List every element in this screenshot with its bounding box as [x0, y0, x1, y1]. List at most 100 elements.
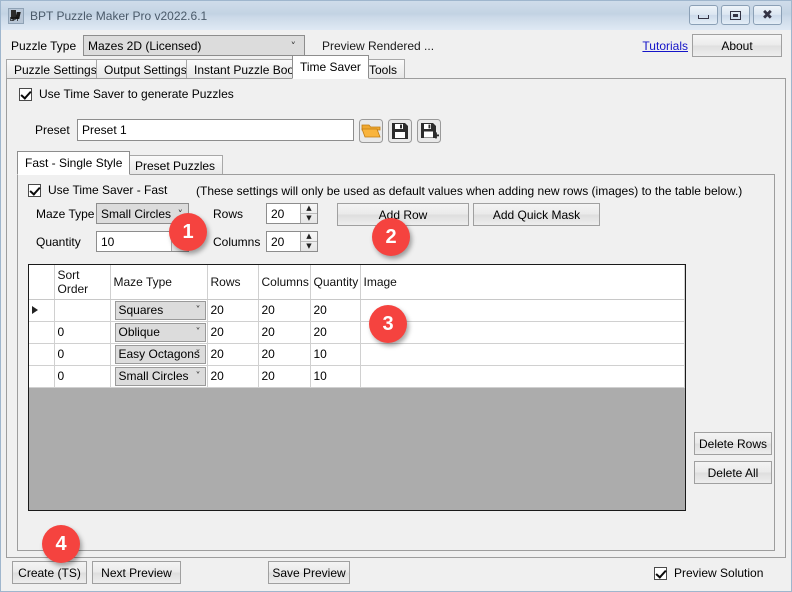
puzzle-type-select[interactable]: Mazes 2D (Licensed) ˅: [83, 35, 305, 56]
table-row[interactable]: 0 Squares ˅ 20 20 20: [29, 299, 685, 321]
cell-maze-type[interactable]: Small Circles ˅: [110, 365, 207, 387]
cell-image[interactable]: [360, 321, 685, 343]
cell-columns[interactable]: 20: [258, 343, 310, 365]
row-selector[interactable]: [29, 365, 54, 387]
open-preset-button[interactable]: [359, 119, 383, 143]
preview-solution-checkbox[interactable]: Preview Solution: [654, 566, 763, 580]
cell-rows[interactable]: 20: [207, 365, 258, 387]
stepper-buttons[interactable]: ▲ ▼: [300, 204, 317, 223]
stepper-down-icon[interactable]: ▼: [301, 242, 317, 251]
cell-maze-type[interactable]: Squares ˅: [110, 299, 207, 321]
delete-all-label: Delete All: [708, 466, 759, 480]
use-time-saver-fast-checkbox[interactable]: Use Time Saver - Fast: [28, 183, 167, 197]
maze-type-cell-select[interactable]: Small Circles ˅: [115, 367, 206, 386]
columns-value: 20: [267, 235, 300, 249]
maze-type-cell-select[interactable]: Squares ˅: [115, 301, 206, 320]
delete-rows-label: Delete Rows: [699, 437, 767, 451]
cell-quantity[interactable]: 20: [310, 321, 360, 343]
save-preview-button[interactable]: Save Preview: [268, 561, 350, 584]
tab-label: Preset Puzzles: [135, 159, 215, 173]
puzzle-type-label: Puzzle Type: [11, 39, 76, 53]
tab-puzzle-settings[interactable]: Puzzle Settings: [6, 59, 105, 79]
tab-preset-puzzles[interactable]: Preset Puzzles: [127, 155, 223, 175]
cell-columns[interactable]: 20: [258, 299, 310, 321]
checkbox-box: [28, 184, 41, 197]
cell-quantity[interactable]: 10: [310, 343, 360, 365]
window-title: BPT Puzzle Maker Pro v2022.6.1: [30, 9, 207, 23]
row-selector[interactable]: [29, 299, 54, 321]
table-row[interactable]: 0 Easy Octagons ˅ 20 20 10: [29, 343, 685, 365]
maze-type-cell-value: Oblique: [119, 325, 160, 339]
cell-sort-order[interactable]: 0: [54, 365, 110, 387]
restore-button[interactable]: [721, 5, 750, 25]
next-preview-button[interactable]: Next Preview: [92, 561, 181, 584]
tab-label: Tools: [369, 63, 397, 77]
table-row[interactable]: 0 Small Circles ˅ 20 20 10: [29, 365, 685, 387]
cell-quantity[interactable]: 10: [310, 365, 360, 387]
cell-image[interactable]: [360, 299, 685, 321]
tab-time-saver[interactable]: Time Saver: [292, 55, 369, 79]
cell-image[interactable]: [360, 343, 685, 365]
title-bar: BPT BPT Puzzle Maker Pro v2022.6.1 ✖: [1, 1, 791, 30]
grid-header-columns[interactable]: Columns: [258, 265, 310, 299]
save-preset-button[interactable]: [388, 119, 412, 143]
chevron-down-icon: ˅: [196, 305, 201, 316]
create-ts-label: Create (TS): [18, 566, 81, 580]
tab-label: Output Settings: [104, 63, 187, 77]
minimize-button[interactable]: [689, 5, 718, 25]
folder-open-icon: [359, 119, 383, 143]
cell-sort-order[interactable]: 0: [54, 299, 110, 321]
stepper-up-icon[interactable]: ▲: [301, 232, 317, 242]
add-quick-mask-button[interactable]: Add Quick Mask: [473, 203, 600, 226]
cell-rows[interactable]: 20: [207, 343, 258, 365]
rows-stepper[interactable]: 20 ▲ ▼: [266, 203, 318, 224]
cell-quantity[interactable]: 20: [310, 299, 360, 321]
delete-all-button[interactable]: Delete All: [694, 461, 772, 484]
preview-solution-label: Preview Solution: [674, 566, 763, 580]
columns-stepper[interactable]: 20 ▲ ▼: [266, 231, 318, 252]
tab-output-settings[interactable]: Output Settings: [96, 59, 195, 79]
use-time-saver-checkbox[interactable]: Use Time Saver to generate Puzzles: [19, 87, 234, 101]
tutorials-link[interactable]: Tutorials: [642, 39, 688, 53]
use-time-saver-label: Use Time Saver to generate Puzzles: [39, 87, 234, 101]
use-time-saver-fast-label: Use Time Saver - Fast: [48, 183, 167, 197]
puzzle-rows-grid[interactable]: Sort Order Maze Type Rows Columns Quanti…: [28, 264, 686, 511]
grid-header-rows[interactable]: Rows: [207, 265, 258, 299]
chevron-down-icon: ˅: [196, 371, 201, 382]
stepper-buttons[interactable]: ▲ ▼: [300, 232, 317, 251]
delete-rows-button[interactable]: Delete Rows: [694, 432, 772, 455]
about-button[interactable]: About: [692, 34, 782, 57]
preset-input[interactable]: Preset 1: [77, 119, 354, 141]
grid-header-sort-order[interactable]: Sort Order: [54, 265, 110, 299]
maze-type-cell-value: Small Circles: [119, 369, 189, 383]
checkbox-box: [654, 567, 667, 580]
footer-bar: Create (TS) Next Preview Save Preview Pr…: [2, 559, 790, 591]
cell-rows[interactable]: 20: [207, 299, 258, 321]
grid-header-image[interactable]: Image: [360, 265, 685, 299]
grid-header-quantity[interactable]: Quantity: [310, 265, 360, 299]
cell-sort-order[interactable]: 0: [54, 321, 110, 343]
cell-maze-type[interactable]: Easy Octagons ˅: [110, 343, 207, 365]
close-button[interactable]: ✖: [753, 5, 782, 25]
cell-rows[interactable]: 20: [207, 321, 258, 343]
tab-label: Puzzle Settings: [14, 63, 97, 77]
create-ts-button[interactable]: Create (TS): [12, 561, 87, 584]
maze-type-cell-select[interactable]: Oblique ˅: [115, 323, 206, 342]
cell-image[interactable]: [360, 365, 685, 387]
stepper-up-icon[interactable]: ▲: [301, 204, 317, 214]
preset-label: Preset: [35, 123, 70, 137]
cell-columns[interactable]: 20: [258, 321, 310, 343]
stepper-down-icon[interactable]: ▼: [301, 214, 317, 223]
tab-fast-single-style[interactable]: Fast - Single Style: [17, 151, 130, 175]
save-as-preset-button[interactable]: [417, 119, 441, 143]
quantity-value: 10: [97, 235, 171, 249]
cell-columns[interactable]: 20: [258, 365, 310, 387]
row-selector[interactable]: [29, 321, 54, 343]
grid-header-maze-type[interactable]: Maze Type: [110, 265, 207, 299]
cell-maze-type[interactable]: Oblique ˅: [110, 321, 207, 343]
row-selector[interactable]: [29, 343, 54, 365]
row-arrow-icon: [32, 306, 38, 314]
cell-sort-order[interactable]: 0: [54, 343, 110, 365]
table-row[interactable]: 0 Oblique ˅ 20 20 20: [29, 321, 685, 343]
maze-type-cell-select[interactable]: Easy Octagons ˅: [115, 345, 206, 364]
